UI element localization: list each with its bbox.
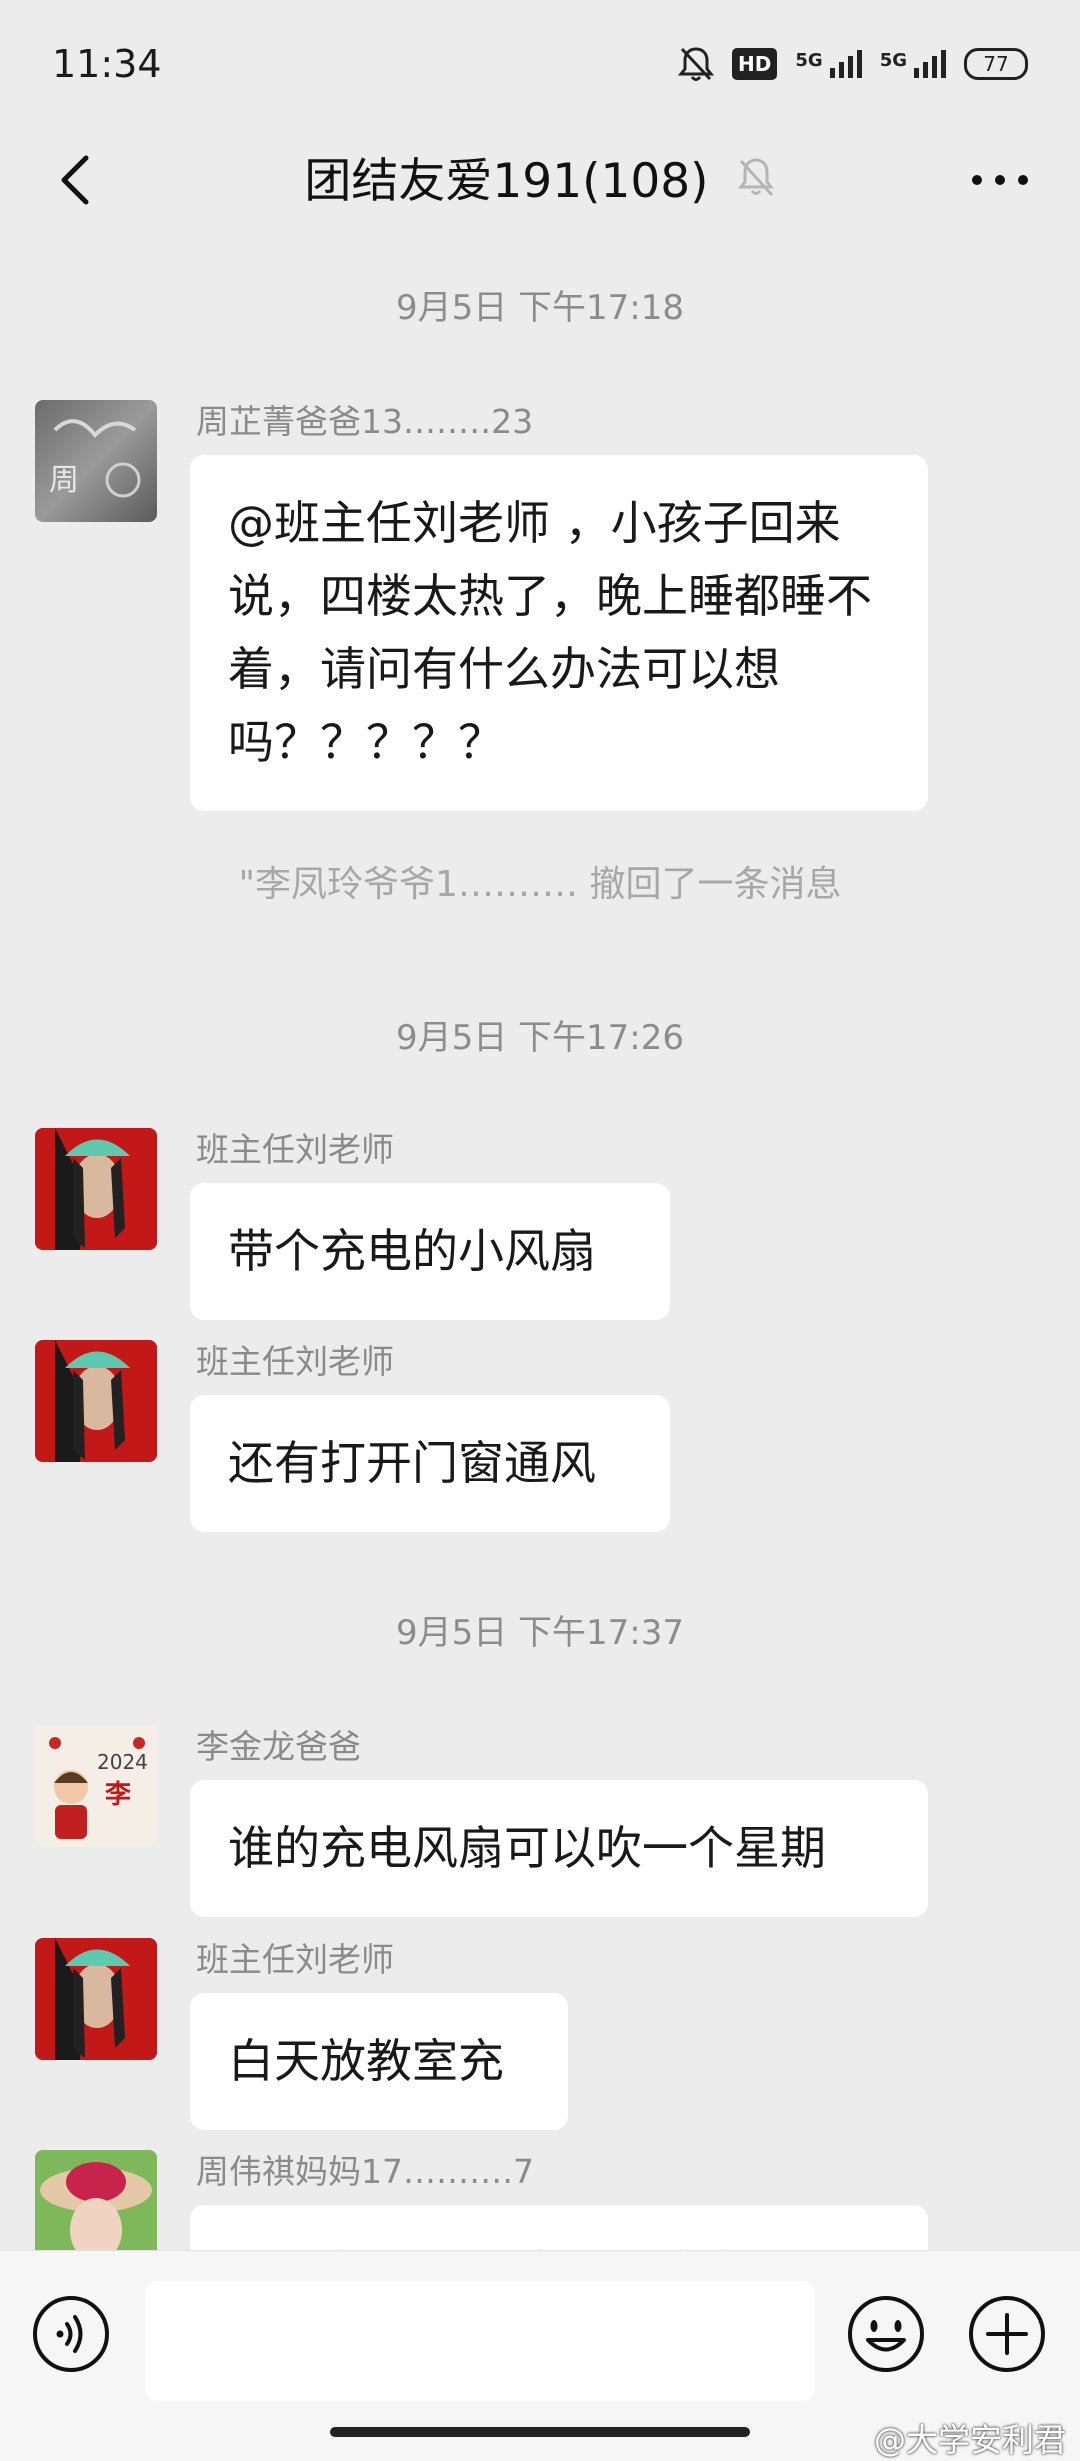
status-icons: HD 5G 5G 77 [678,44,1028,84]
svg-text:周: 周 [49,463,79,498]
signal-icon-2: 5G [880,50,946,78]
avatar[interactable] [35,1128,157,1250]
svg-text:2024: 2024 [97,1750,148,1774]
timestamp: 9月5日 下午17:18 [395,288,685,328]
sender-name: 班主任刘老师 [196,1940,394,1979]
emoji-icon[interactable] [845,2293,927,2375]
more-dots-icon[interactable] [960,150,1040,210]
message-bubble[interactable]: 谁的充电风扇可以吹一个星期 [190,1780,928,1917]
signal-icon: 5G [795,50,862,78]
recall-notice: "李凤玲爷爷1‥‥‥‥‥ 撤回了一条消息 [238,864,842,905]
avatar[interactable] [35,1938,157,2060]
status-time: 11:34 [52,42,162,86]
chat-header: 团结友爱191(108) [0,120,1080,245]
avatar[interactable]: 周 [35,400,157,522]
timestamp: 9月5日 下午17:37 [395,1613,685,1653]
message-bubble[interactable]: 带个充电的小风扇 [190,1183,670,1320]
sender-name: 周伟祺妈妈17‥‥‥‥‥7 [196,2152,535,2191]
avatar[interactable]: 2024 李 [35,1725,157,1847]
voice-icon[interactable] [30,2293,112,2375]
avatar[interactable] [35,1340,157,1462]
watermark: @大学安利君 [873,2421,1066,2459]
bell-off-icon [737,157,774,196]
svg-text:李: 李 [104,1780,132,1810]
message-bubble[interactable]: 还有打开门窗通风 [190,1395,670,1532]
message-bubble[interactable]: @班主任刘老师 ，小孩子回来说，四楼太热了，晚上睡都睡不着，请问有什么办法可以想… [190,455,928,811]
home-indicator[interactable] [330,2427,750,2437]
sender-name: 班主任刘老师 [196,1130,394,1169]
sender-name: 周芷菁爸爸13‥‥‥‥23 [196,402,534,441]
message-input[interactable] [145,2281,815,2401]
plus-icon[interactable] [966,2293,1048,2375]
battery-icon: 77 [964,48,1028,80]
sender-name: 班主任刘老师 [196,1342,394,1381]
message-bubble[interactable]: 白天放教室充 [190,1993,568,2130]
sender-name: 李金龙爸爸 [196,1727,361,1766]
chat-title: 团结友爱191(108) [304,154,709,209]
hd-badge: HD [732,48,778,80]
timestamp: 9月5日 下午17:26 [395,1018,685,1058]
status-bar: 11:34 HD 5G 5G 77 [0,0,1080,135]
bell-off-icon [678,47,715,81]
